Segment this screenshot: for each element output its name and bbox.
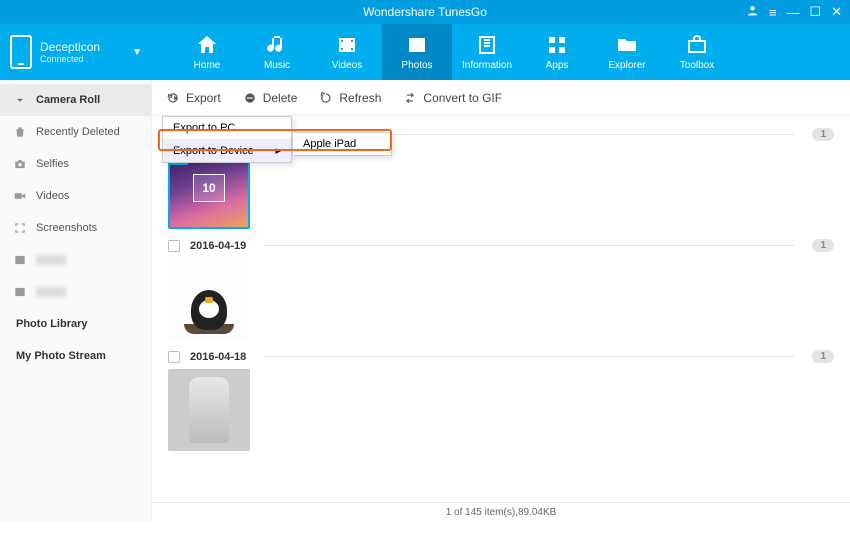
sidebar-item-my-photo-stream[interactable]: My Photo Stream: [0, 340, 151, 372]
group-header: 2016-04-19 1: [168, 239, 834, 252]
window-controls: ≡ — ☐ ✕: [746, 0, 842, 24]
group-count-badge: 1: [812, 239, 834, 252]
delete-button[interactable]: Delete: [243, 91, 298, 105]
tab-information[interactable]: Information: [452, 24, 522, 80]
image-icon: [12, 253, 28, 267]
submenu-arrow-icon: ▸: [275, 144, 281, 157]
photo-thumbnail[interactable]: [168, 258, 250, 340]
status-bar: 1 of 145 item(s),89.04KB: [152, 502, 850, 522]
delete-icon: [243, 91, 257, 105]
sidebar-item-camera-roll[interactable]: Camera Roll: [0, 84, 151, 116]
photo-gallery: 1 ✓ 2016-04-19 1 2016-04-18 1: [152, 116, 850, 502]
device-selector[interactable]: Decepticon Connected ▼: [0, 24, 152, 80]
sidebar-item-videos[interactable]: Videos: [0, 180, 151, 212]
sidebar-item-hidden-2[interactable]: [0, 276, 151, 308]
group-date: 2016-04-19: [190, 240, 246, 252]
sidebar-item-recently-deleted[interactable]: Recently Deleted: [0, 116, 151, 148]
sidebar-item-hidden-1[interactable]: [0, 244, 151, 276]
maximize-icon[interactable]: ☐: [809, 4, 821, 20]
sidebar-item-photo-library[interactable]: Photo Library: [0, 308, 151, 340]
refresh-button[interactable]: Refresh: [319, 91, 381, 105]
group-checkbox[interactable]: [168, 351, 180, 363]
convert-gif-button[interactable]: Convert to GIF: [403, 91, 502, 105]
export-to-device-option[interactable]: Export to Device▸: [163, 139, 291, 162]
video-icon: [12, 189, 28, 203]
tab-videos[interactable]: Videos: [312, 24, 382, 80]
minimize-icon[interactable]: —: [786, 5, 799, 20]
export-dropdown: Export to PC Export to Device▸: [162, 116, 292, 163]
group-checkbox[interactable]: [168, 240, 180, 252]
export-to-pc-option[interactable]: Export to PC: [163, 117, 291, 139]
export-device-submenu[interactable]: Apple iPad: [292, 132, 392, 156]
sidebar-item-screenshots[interactable]: Screenshots: [0, 212, 151, 244]
device-name: Decepticon: [40, 40, 132, 54]
device-status: Connected: [40, 54, 132, 64]
tab-photos[interactable]: Photos: [382, 24, 452, 80]
tab-explorer[interactable]: Explorer: [592, 24, 662, 80]
tab-home[interactable]: Home: [172, 24, 242, 80]
group-date: 2016-04-18: [190, 351, 246, 363]
menu-icon[interactable]: ≡: [769, 5, 777, 20]
content: Export Delete Refresh Convert to GIF Exp…: [152, 80, 850, 522]
tab-music[interactable]: Music: [242, 24, 312, 80]
phone-icon: [10, 35, 32, 69]
trash-icon: [12, 125, 28, 139]
chevron-down-icon: [12, 93, 28, 107]
sidebar: Camera Roll Recently Deleted Selfies Vid…: [0, 80, 152, 522]
close-icon[interactable]: ✕: [831, 4, 842, 20]
group-count-badge: 1: [812, 128, 834, 141]
app-title: Wondershare TunesGo: [363, 5, 487, 19]
export-button[interactable]: Export: [166, 91, 221, 105]
group-count-badge: 1: [812, 350, 834, 363]
screenshot-icon: [12, 221, 28, 235]
chevron-down-icon: ▼: [132, 47, 142, 58]
user-icon[interactable]: [746, 4, 759, 20]
convert-icon: [403, 91, 417, 105]
group-header: 2016-04-18 1: [168, 350, 834, 363]
status-text: 1 of 145 item(s),89.04KB: [446, 507, 557, 518]
titlebar: Wondershare TunesGo ≡ — ☐ ✕: [0, 0, 850, 24]
refresh-icon: [319, 91, 333, 105]
tab-apps[interactable]: Apps: [522, 24, 592, 80]
toolbar: Export Delete Refresh Convert to GIF: [152, 80, 850, 116]
export-icon: [166, 91, 180, 105]
tab-toolbox[interactable]: Toolbox: [662, 24, 732, 80]
camera-icon: [12, 157, 28, 171]
sidebar-item-selfies[interactable]: Selfies: [0, 148, 151, 180]
photo-thumbnail[interactable]: [168, 369, 250, 451]
image-icon: [12, 285, 28, 299]
navbar: Decepticon Connected ▼ Home Music Videos…: [0, 24, 850, 80]
